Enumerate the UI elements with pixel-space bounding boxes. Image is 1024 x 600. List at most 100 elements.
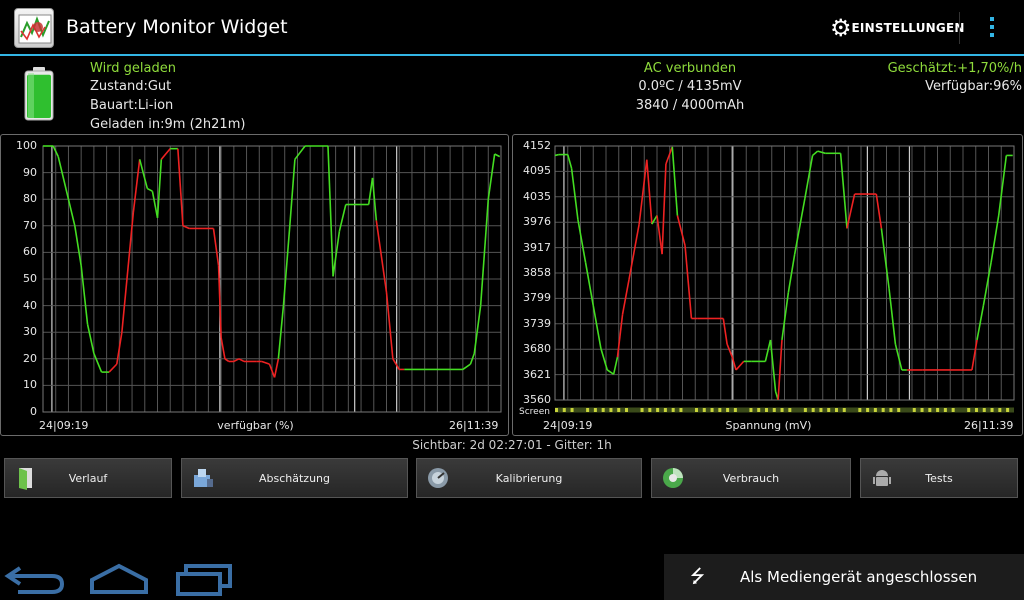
series-segment (494, 153, 501, 158)
screen-on-mark (656, 408, 660, 412)
app-icon[interactable] (14, 8, 54, 48)
tests-button[interactable]: Tests (860, 458, 1018, 498)
series-segment (220, 337, 226, 359)
screen-on-mark (842, 408, 846, 412)
y-tick-label: 4095 (523, 164, 551, 178)
y-tick-label: 3680 (523, 342, 551, 356)
series-segment (294, 145, 306, 160)
series-segment (764, 339, 772, 362)
series-segment (327, 145, 334, 277)
y-tick-label: 70 (23, 218, 37, 232)
series-segment (212, 228, 220, 266)
estimate-button[interactable]: Abschätzung (181, 458, 408, 498)
series-segment (592, 305, 602, 349)
battery-condition: Zustand:Gut (90, 79, 172, 94)
series-segment (57, 156, 70, 200)
screen-on-mark (624, 408, 628, 412)
back-icon[interactable] (0, 562, 70, 596)
screen-on-mark (609, 408, 613, 412)
y-tick-label: 4152 (523, 139, 551, 152)
capacity: 3840 / 4000mAh (635, 98, 745, 113)
screen-on-mark (803, 408, 807, 412)
screen-on-mark (710, 408, 714, 412)
series-segment (839, 153, 848, 229)
usb-icon: ⭍ (690, 566, 705, 587)
series-segment (151, 191, 159, 218)
screen-on-mark (702, 408, 706, 412)
screen-on-mark (757, 408, 761, 412)
series-segment (74, 225, 82, 266)
series-segment (812, 150, 819, 157)
button-label: Tests (925, 471, 953, 485)
series-segment (894, 344, 903, 371)
series-segment (656, 215, 663, 255)
screen-on-mark (726, 408, 730, 412)
available-percent: Verfügbar:96% (925, 79, 1022, 94)
charged-in: Geladen in:9m (2h21m) (90, 117, 246, 132)
button-label: Verlauf (68, 471, 108, 485)
y-tick-label: 40 (23, 298, 37, 312)
ac-status: AC verbunden (643, 61, 737, 76)
y-tick-label: 3976 (523, 215, 551, 229)
screen-on-mark (974, 408, 978, 412)
screen-on-mark (679, 408, 683, 412)
series-segment (177, 148, 184, 226)
series-segment (880, 228, 890, 289)
recents-icon[interactable] (170, 562, 240, 596)
percent-chart-panel[interactable]: 24|09:19 verfügbar (%) 26|11:39 100 90 80 7… (0, 134, 509, 436)
series-segment (93, 353, 103, 373)
series-segment (888, 288, 897, 345)
y-tick-label: 50 (23, 272, 37, 285)
calibration-icon (428, 468, 448, 488)
screen-on-mark (858, 408, 862, 412)
app-title: Battery Monitor Widget (66, 16, 288, 38)
series-segment (138, 159, 149, 189)
button-label: Abschätzung (258, 471, 330, 485)
overflow-menu-icon[interactable] (982, 14, 1002, 42)
series-segment (671, 146, 679, 216)
calibration-button[interactable]: Kalibrierung (416, 458, 642, 498)
chart-x-end-label: 26|11:39 (449, 419, 499, 432)
y-tick-label: 3560 (523, 393, 551, 406)
screen-on-mark (920, 408, 924, 412)
series-segment (375, 220, 388, 293)
series-segment (684, 245, 693, 319)
series-segment (554, 153, 560, 157)
screen-on-mark (780, 408, 784, 412)
series-segment (665, 146, 674, 165)
series-segment (804, 155, 814, 199)
y-tick-label: 80 (23, 192, 37, 206)
screen-on-mark (617, 408, 621, 412)
charge-rate-estimate: Geschätzt:+1,70%/h (887, 61, 1022, 76)
usage-button[interactable]: Verbrauch (651, 458, 851, 498)
series-segment (584, 262, 595, 306)
settings-button[interactable]: ⚙ EINSTELLUNGEN (830, 10, 964, 46)
screen-on-mark (912, 408, 916, 412)
y-tick-label: 100 (16, 139, 37, 152)
series-segment (722, 318, 728, 345)
series-segment (392, 358, 400, 370)
screen-on-mark (694, 408, 698, 412)
y-tick-label: 3858 (523, 266, 551, 279)
series-segment (487, 153, 496, 200)
series-segment (606, 369, 615, 375)
y-tick-label: 10 (23, 378, 37, 392)
screen-on-mark (827, 408, 831, 412)
screen-on-mark (889, 408, 893, 412)
screen-on-mark (733, 408, 737, 412)
history-door-icon (19, 468, 32, 490)
home-icon[interactable] (84, 562, 154, 596)
y-tick-label: 60 (23, 245, 37, 259)
series-segment (385, 292, 394, 359)
series-segment (570, 168, 579, 220)
screen-on-mark (943, 408, 947, 412)
history-button[interactable]: Verlauf (4, 458, 172, 498)
voltage-chart-panel[interactable]: Screen 24|09:19 Spannung (mV) 26|11:39 4… (512, 134, 1023, 436)
screen-on-mark (749, 408, 753, 412)
series-segment (621, 279, 630, 315)
series-segment (875, 193, 883, 229)
series-segment (726, 343, 733, 358)
screen-on-mark (788, 408, 792, 412)
screen-on-mark (998, 408, 1002, 412)
series-segment (566, 154, 573, 169)
